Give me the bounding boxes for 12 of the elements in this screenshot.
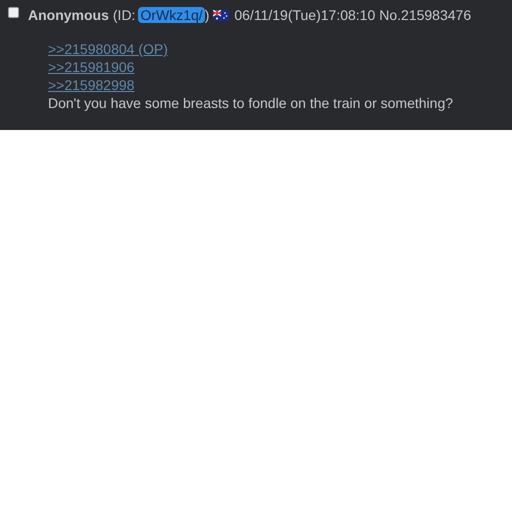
quote-link[interactable]: >>215981906 [48, 58, 134, 76]
post-message: Don't you have some breasts to fondle on the train or something? [48, 94, 454, 112]
post-number[interactable]: No.215983476 [379, 7, 472, 23]
flag-icon [213, 10, 230, 20]
quote-link[interactable]: >>215980804 (OP) [48, 40, 168, 58]
id-bracket: ) [204, 7, 210, 23]
id-label: (ID: [112, 7, 136, 23]
post-datetime: 06/11/19(Tue)17:08:10 [234, 7, 376, 23]
poster-name: Anonymous [28, 7, 109, 23]
quote-link[interactable]: >>215982998 [48, 76, 134, 94]
poster-id[interactable]: OrWkz1q/ [138, 7, 205, 23]
post-checkbox[interactable] [8, 6, 19, 18]
